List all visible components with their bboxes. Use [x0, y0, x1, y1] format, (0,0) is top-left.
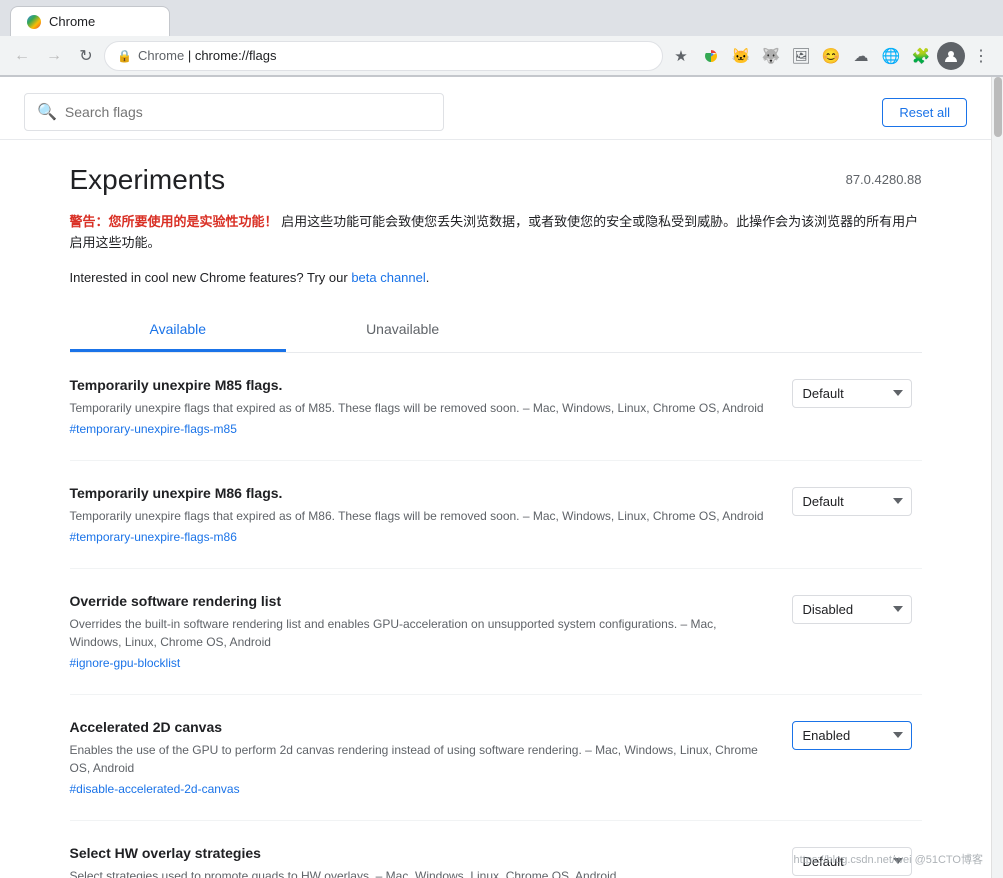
- page-content: 🔍 Reset all Experiments 87.0.4280.88 警告：…: [0, 77, 1003, 878]
- cat-icon[interactable]: 🐱: [727, 42, 755, 70]
- main-scroll-area[interactable]: 🔍 Reset all Experiments 87.0.4280.88 警告：…: [0, 77, 991, 878]
- tab-favicon: [27, 15, 41, 29]
- flag-info: Temporarily unexpire M86 flags. Temporar…: [70, 485, 772, 544]
- warning-red-text: 警告：您所要使用的是实验性功能！: [70, 214, 278, 229]
- flag-title: Select HW overlay strategies: [70, 845, 772, 861]
- back-button[interactable]: ←: [8, 42, 36, 70]
- reset-all-button[interactable]: Reset all: [882, 98, 967, 127]
- globe-icon[interactable]: 🌐: [877, 42, 905, 70]
- flag-link[interactable]: #temporary-unexpire-flags-m86: [70, 530, 237, 544]
- scrollbar-thumb[interactable]: [994, 77, 1002, 137]
- watermark: https://blog.csdn.net/wei @51CTO博客: [794, 851, 984, 867]
- search-bar-container: 🔍 Reset all: [0, 77, 991, 140]
- scrollbar-track[interactable]: [991, 77, 1003, 878]
- flag-select-flag-3[interactable]: DefaultEnabledDisabled: [792, 595, 912, 624]
- profile-avatar[interactable]: [937, 42, 965, 70]
- flag-info: Override software rendering list Overrid…: [70, 593, 772, 670]
- tab-unavailable[interactable]: Unavailable: [286, 309, 519, 352]
- beta-intro: Interested in cool new Chrome features? …: [70, 270, 352, 285]
- flag-item-flag-4: Accelerated 2D canvas Enables the use of…: [70, 695, 922, 821]
- flag-select-flag-1[interactable]: DefaultEnabledDisabled: [792, 379, 912, 408]
- flag-desc: Select strategies used to promote quads …: [70, 867, 772, 878]
- flag-link[interactable]: #disable-accelerated-2d-canvas: [70, 782, 240, 796]
- page-title: Experiments: [70, 164, 226, 196]
- extension-icon[interactable]: 🧩: [907, 42, 935, 70]
- search-input[interactable]: [65, 104, 431, 120]
- bookmark-icon[interactable]: ★: [667, 42, 695, 70]
- address-text: Chrome | chrome://flags: [138, 48, 650, 63]
- beta-end: .: [426, 270, 430, 285]
- image-icon[interactable]: 🖼: [787, 42, 815, 70]
- flag-item-flag-2: Temporarily unexpire M86 flags. Temporar…: [70, 461, 922, 569]
- lock-icon: 🔒: [117, 49, 132, 63]
- flag-control: DefaultEnabledDisabled: [792, 377, 922, 408]
- flag-desc: Overrides the built-in software renderin…: [70, 615, 772, 651]
- flag-select-flag-2[interactable]: DefaultEnabledDisabled: [792, 487, 912, 516]
- flag-link[interactable]: #ignore-gpu-blocklist: [70, 656, 181, 670]
- beta-channel-link[interactable]: beta channel: [351, 270, 425, 285]
- flag-desc: Temporarily unexpire flags that expired …: [70, 507, 772, 525]
- search-input-wrapper: 🔍: [24, 93, 444, 131]
- flag-item-flag-5: Select HW overlay strategies Select stra…: [70, 821, 922, 878]
- beta-channel-text: Interested in cool new Chrome features? …: [70, 270, 922, 285]
- emoji-icon[interactable]: 😊: [817, 42, 845, 70]
- experiments-content: Experiments 87.0.4280.88 警告：您所要使用的是实验性功能…: [46, 140, 946, 878]
- address-bar[interactable]: 🔒 Chrome | chrome://flags: [104, 41, 663, 71]
- flag-control: DefaultEnabledDisabled: [792, 593, 922, 624]
- search-icon: 🔍: [37, 102, 57, 122]
- flag-item-flag-3: Override software rendering list Overrid…: [70, 569, 922, 695]
- flag-info: Accelerated 2D canvas Enables the use of…: [70, 719, 772, 796]
- refresh-button[interactable]: ↻: [72, 42, 100, 70]
- flags-list: Temporarily unexpire M85 flags. Temporar…: [70, 353, 922, 878]
- flag-info: Temporarily unexpire M85 flags. Temporar…: [70, 377, 772, 436]
- flag-desc: Temporarily unexpire flags that expired …: [70, 399, 772, 417]
- cloud-icon[interactable]: ☁: [847, 42, 875, 70]
- forward-button[interactable]: →: [40, 42, 68, 70]
- version-text: 87.0.4280.88: [846, 172, 922, 187]
- flag-select-flag-4[interactable]: DefaultEnabledDisabled: [792, 721, 912, 750]
- wolf-icon[interactable]: 🐺: [757, 42, 785, 70]
- flag-item-flag-1: Temporarily unexpire M85 flags. Temporar…: [70, 353, 922, 461]
- browser-nav-icons: ★ 🐱 🐺 🖼 😊 ☁ 🌐 🧩: [667, 42, 995, 70]
- tab-label: Chrome: [49, 14, 95, 29]
- site-name: Chrome: [138, 48, 184, 63]
- flag-link[interactable]: #temporary-unexpire-flags-m85: [70, 422, 237, 436]
- url-text: chrome://flags: [195, 48, 277, 63]
- chrome-icon-btn[interactable]: [697, 42, 725, 70]
- active-tab[interactable]: Chrome: [10, 6, 170, 36]
- flag-control: DefaultEnabledDisabled: [792, 719, 922, 750]
- tab-bar: Chrome: [0, 0, 1003, 36]
- flag-title: Accelerated 2D canvas: [70, 719, 772, 735]
- more-menu-button[interactable]: ⋮: [967, 42, 995, 70]
- flag-title: Override software rendering list: [70, 593, 772, 609]
- flag-title: Temporarily unexpire M85 flags.: [70, 377, 772, 393]
- separator: |: [184, 48, 195, 63]
- nav-bar: ← → ↻ 🔒 Chrome | chrome://flags ★ 🐱 🐺 🖼: [0, 36, 1003, 76]
- flag-title: Temporarily unexpire M86 flags.: [70, 485, 772, 501]
- warning-box: 警告：您所要使用的是实验性功能！ 启用这些功能可能会致使您丢失浏览数据，或者致使…: [70, 212, 922, 254]
- flag-info: Select HW overlay strategies Select stra…: [70, 845, 772, 878]
- experiments-header: Experiments 87.0.4280.88: [70, 164, 922, 196]
- tab-available[interactable]: Available: [70, 309, 287, 352]
- flag-control: DefaultEnabledDisabled: [792, 485, 922, 516]
- tabs-container: Available Unavailable: [70, 309, 922, 353]
- flag-desc: Enables the use of the GPU to perform 2d…: [70, 741, 772, 777]
- browser-chrome: Chrome ← → ↻ 🔒 Chrome | chrome://flags ★…: [0, 0, 1003, 77]
